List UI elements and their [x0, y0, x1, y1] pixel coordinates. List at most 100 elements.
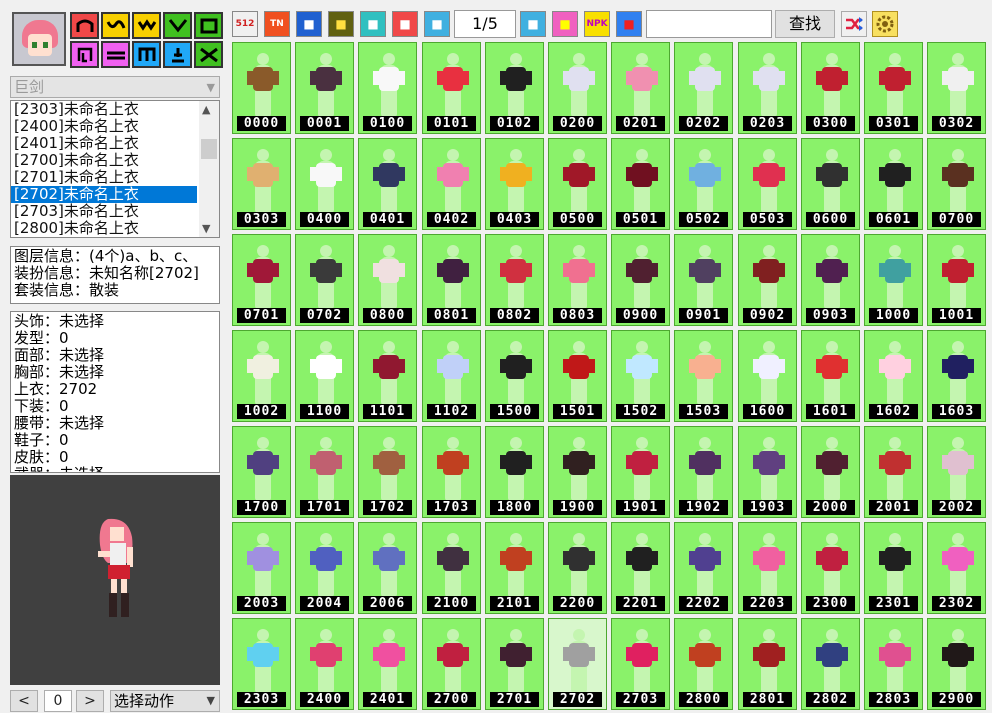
costume-item[interactable]: 0400 — [295, 138, 354, 230]
costume-item[interactable]: 1600 — [738, 330, 797, 422]
list-item[interactable]: [2400]未命名上衣 — [11, 118, 219, 135]
prev-frame-button[interactable]: < — [10, 690, 38, 712]
weapon-type-select[interactable]: 巨剑 ▼ — [10, 76, 220, 98]
costume-item[interactable]: 0600 — [801, 138, 860, 230]
costume-item[interactable]: 2200 — [548, 522, 607, 614]
costume-item[interactable]: 2004 — [295, 522, 354, 614]
costume-item[interactable]: 1503 — [674, 330, 733, 422]
costume-list[interactable]: [2303]未命名上衣 [2400]未命名上衣 [2401]未命名上衣 [2700]未… — [10, 100, 220, 238]
costume-item[interactable]: 0902 — [738, 234, 797, 326]
costume-item[interactable]: 2302 — [927, 522, 986, 614]
costume-item[interactable]: 1701 — [295, 426, 354, 518]
costume-item[interactable]: 0800 — [358, 234, 417, 326]
coat-slot-button[interactable] — [194, 12, 223, 39]
costume-item[interactable]: 2100 — [422, 522, 481, 614]
film-button[interactable]: ■ — [328, 11, 354, 37]
costume-item[interactable]: 1800 — [485, 426, 544, 518]
costume-item[interactable]: 0701 — [232, 234, 291, 326]
gift-button[interactable]: ■ — [552, 11, 578, 37]
costume-item[interactable]: 0102 — [485, 42, 544, 134]
settings-button[interactable] — [872, 11, 898, 37]
list-item[interactable]: [2700]未命名上衣 — [11, 152, 219, 169]
costume-item[interactable]: 0000 — [232, 42, 291, 134]
list-item[interactable]: [2703]未命名上衣 — [11, 203, 219, 220]
costume-item[interactable]: 0500 — [548, 138, 607, 230]
costume-item[interactable]: 1100 — [295, 330, 354, 422]
costume-item[interactable]: 0601 — [864, 138, 923, 230]
costume-item[interactable]: 0801 — [422, 234, 481, 326]
costume-item[interactable]: 2701 — [485, 618, 544, 710]
costume-item[interactable]: 2202 — [674, 522, 733, 614]
search-input[interactable] — [646, 10, 772, 38]
search-button[interactable]: 查找 — [775, 10, 835, 38]
costume-item[interactable]: 0300 — [801, 42, 860, 134]
costume-item[interactable]: 2201 — [611, 522, 670, 614]
costume-item[interactable]: 0201 — [611, 42, 670, 134]
costume-item[interactable]: 2300 — [801, 522, 860, 614]
reset-button[interactable]: ■ — [392, 11, 418, 37]
skin-slot-button[interactable] — [70, 41, 99, 68]
list-item[interactable]: [2701]未命名上衣 — [11, 169, 219, 186]
costume-item[interactable]: 2703 — [611, 618, 670, 710]
npk-button[interactable]: NPK — [584, 11, 610, 37]
shuffle-button[interactable] — [841, 11, 867, 37]
next-page-button[interactable]: ■ — [520, 11, 546, 37]
costume-item[interactable]: 1902 — [674, 426, 733, 518]
globe-button[interactable]: ■ — [616, 11, 642, 37]
costume-item[interactable]: 0803 — [548, 234, 607, 326]
character-avatar[interactable] — [12, 12, 66, 66]
costume-item[interactable]: 2900 — [927, 618, 986, 710]
costume-item[interactable]: 1501 — [548, 330, 607, 422]
scroll-thumb[interactable] — [201, 139, 217, 159]
costume-item[interactable]: 2002 — [927, 426, 986, 518]
back-button[interactable]: ■ — [424, 11, 450, 37]
costume-item[interactable]: 0100 — [358, 42, 417, 134]
costume-item[interactable]: 1502 — [611, 330, 670, 422]
costume-item[interactable]: 1703 — [422, 426, 481, 518]
costume-item[interactable]: 1603 — [927, 330, 986, 422]
panel-button[interactable]: ■ — [296, 11, 322, 37]
costume-item[interactable]: 1903 — [738, 426, 797, 518]
resolution-button[interactable]: 512 — [232, 11, 258, 37]
face-slot-button[interactable] — [132, 12, 161, 39]
pants-slot-button[interactable] — [132, 41, 161, 68]
costume-item[interactable]: 2301 — [864, 522, 923, 614]
next-frame-button[interactable]: > — [76, 690, 104, 712]
action-select[interactable]: 选择动作 ▼ — [110, 690, 220, 712]
costume-item[interactable]: 2203 — [738, 522, 797, 614]
belt-slot-button[interactable] — [101, 41, 130, 68]
costume-item[interactable]: 2000 — [801, 426, 860, 518]
costume-item[interactable]: 0402 — [422, 138, 481, 230]
costume-item[interactable]: 1900 — [548, 426, 607, 518]
costume-item[interactable]: 2006 — [358, 522, 417, 614]
costume-item[interactable]: 1901 — [611, 426, 670, 518]
shoes-slot-button[interactable] — [163, 41, 192, 68]
weapon-slot-button[interactable] — [194, 41, 223, 68]
costume-item[interactable]: 0900 — [611, 234, 670, 326]
costume-item[interactable]: 1702 — [358, 426, 417, 518]
costume-item[interactable]: 0501 — [611, 138, 670, 230]
costume-item[interactable]: 0700 — [927, 138, 986, 230]
costume-item[interactable]: 2802 — [801, 618, 860, 710]
costume-item[interactable]: 1102 — [422, 330, 481, 422]
costume-item[interactable]: 1101 — [358, 330, 417, 422]
costume-item[interactable]: 0202 — [674, 42, 733, 134]
costume-item[interactable]: 0903 — [801, 234, 860, 326]
costume-item[interactable]: 2700 — [422, 618, 481, 710]
costume-item[interactable]: 1000 — [864, 234, 923, 326]
hat-slot-button[interactable] — [70, 12, 99, 39]
list-item[interactable]: [2401]未命名上衣 — [11, 135, 219, 152]
costume-item[interactable]: 0001 — [295, 42, 354, 134]
costume-item[interactable]: 0200 — [548, 42, 607, 134]
costume-item[interactable]: 2800 — [674, 618, 733, 710]
costume-item[interactable]: 2702 — [548, 618, 607, 710]
costume-item[interactable]: 2401 — [358, 618, 417, 710]
costume-item[interactable]: 1500 — [485, 330, 544, 422]
costume-item[interactable]: 0301 — [864, 42, 923, 134]
costume-item[interactable]: 0101 — [422, 42, 481, 134]
costume-item[interactable]: 0401 — [358, 138, 417, 230]
costume-item[interactable]: 0203 — [738, 42, 797, 134]
costume-item[interactable]: 0502 — [674, 138, 733, 230]
shirt-button[interactable]: ■ — [360, 11, 386, 37]
costume-item[interactable]: 0802 — [485, 234, 544, 326]
